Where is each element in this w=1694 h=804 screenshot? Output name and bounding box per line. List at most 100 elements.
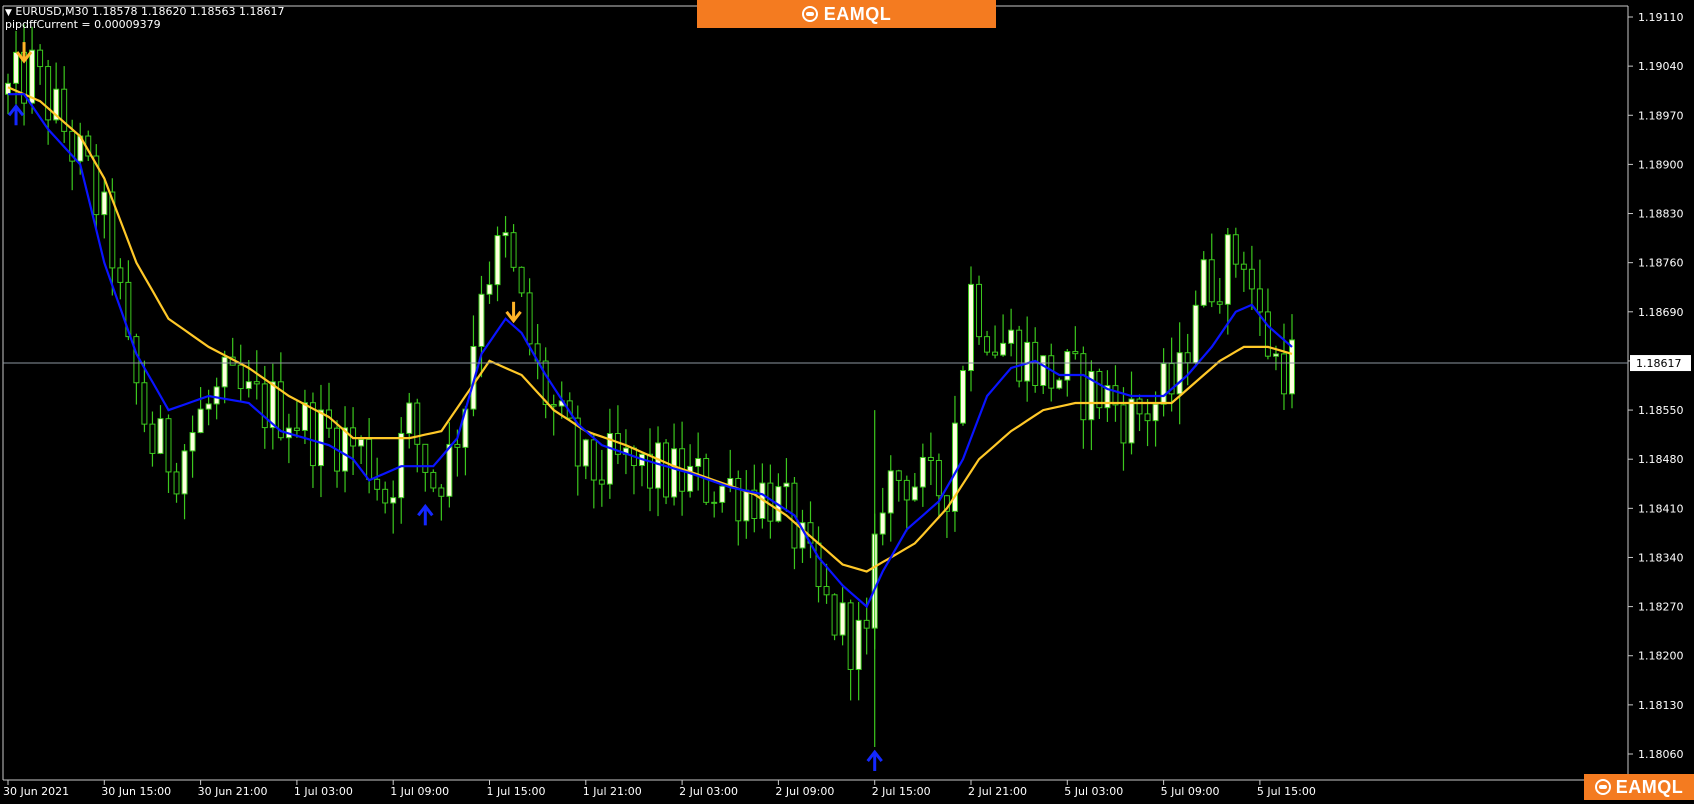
time-tick-label: 5 Jul 03:00 — [1064, 785, 1123, 798]
price-tick-label: 1.19040 — [1638, 60, 1684, 73]
candle-body — [1184, 352, 1191, 364]
candle-body — [927, 456, 934, 461]
candle-body — [141, 382, 148, 425]
price-tick-label: 1.18270 — [1638, 601, 1684, 614]
candle-body — [1152, 403, 1159, 422]
candle-body — [663, 442, 670, 498]
candle-body — [422, 443, 429, 473]
candle-body — [992, 351, 999, 356]
buy-arrow-icon — [7, 103, 25, 126]
collapse-triangle-icon[interactable]: ▼ — [5, 8, 12, 18]
time-tick-label: 5 Jul 15:00 — [1257, 785, 1316, 798]
candle-body — [695, 458, 702, 467]
sell-arrow-icon — [505, 301, 522, 324]
eamql-logo-icon — [801, 6, 818, 22]
sell-arrow-icon — [15, 42, 33, 64]
candle-body — [879, 512, 886, 535]
candle-body — [1056, 379, 1063, 389]
price-tick-label: 1.18340 — [1638, 551, 1684, 564]
candle-body — [309, 402, 316, 467]
candle-body — [518, 266, 525, 294]
candle-body — [29, 49, 36, 104]
fast-ma-line — [8, 93, 1293, 609]
eamql-logo-icon — [1594, 779, 1611, 795]
candle-body — [1080, 353, 1087, 421]
price-tick-label: 1.18130 — [1638, 699, 1684, 712]
candle-body — [831, 594, 838, 636]
current-price-label: 1.18617 — [1636, 357, 1682, 370]
candle-body — [823, 586, 830, 596]
candle-body — [374, 478, 381, 490]
candle-body — [815, 542, 822, 588]
candle-body — [205, 403, 212, 410]
candle-body — [1128, 398, 1135, 444]
candle-body — [1192, 304, 1199, 364]
candle-body — [13, 51, 20, 84]
candle-body — [494, 235, 501, 286]
candle-body — [935, 459, 942, 497]
price-tick-label: 1.18480 — [1638, 453, 1684, 466]
candle-body — [117, 267, 124, 283]
candle-body — [317, 409, 324, 467]
candle-body — [847, 602, 854, 670]
candle-body — [1008, 329, 1015, 344]
candle-body — [197, 408, 204, 434]
time-tick-label: 2 Jul 09:00 — [775, 785, 834, 798]
eamql-banner-text: EAMQL — [823, 3, 892, 24]
candle-body — [968, 283, 974, 372]
candle-body — [550, 404, 557, 407]
price-tick-label: 1.18830 — [1638, 208, 1684, 221]
candle-body — [783, 482, 790, 488]
candle-body — [486, 284, 493, 295]
candle-body — [293, 427, 300, 431]
candle-body — [1040, 355, 1047, 387]
time-tick-label: 1 Jul 21:00 — [583, 785, 642, 798]
candle-body — [911, 486, 918, 501]
symbol-line: EURUSD,M30 1.18578 1.18620 1.18563 1.186… — [15, 5, 285, 18]
candle-body — [743, 489, 750, 522]
candle-body — [1160, 363, 1167, 405]
candle-body — [1144, 413, 1151, 422]
candle-body — [245, 381, 252, 390]
chart-area[interactable]: 1.19110 1.19040 1.18970 1.18900 1.18830 1.187… — [0, 0, 1694, 800]
price-chart[interactable]: 1.19110 1.19040 1.18970 1.18900 1.18830 1.187… — [0, 0, 1694, 800]
candle-body — [1072, 351, 1079, 355]
candle-body — [1208, 259, 1215, 303]
candle-body — [478, 293, 485, 347]
candle-body — [101, 191, 108, 216]
time-tick-label: 2 Jul 21:00 — [968, 785, 1027, 798]
candle-body — [1016, 329, 1023, 382]
candle-body — [711, 501, 718, 504]
candle-body — [133, 336, 140, 384]
price-tick-label: 1.18900 — [1638, 158, 1684, 171]
moving-averages-layer — [7, 86, 1293, 609]
candle-body — [181, 450, 188, 495]
eamql-corner-logo[interactable]: EAMQL — [1584, 774, 1694, 800]
price-tick-label: 1.18550 — [1638, 404, 1684, 417]
time-tick-label: 5 Jul 09:00 — [1161, 785, 1220, 798]
price-tick-label: 1.18760 — [1638, 257, 1684, 270]
candle-body — [735, 477, 742, 522]
time-tick-label: 2 Jul 15:00 — [872, 785, 931, 798]
candle-body — [719, 485, 726, 503]
candle-body — [1256, 288, 1263, 313]
candle-body — [414, 402, 421, 445]
candle-body — [510, 232, 517, 268]
eamql-banner[interactable]: EAMQL — [697, 0, 996, 28]
price-tick-label: 1.18200 — [1638, 650, 1684, 663]
candle-body — [767, 482, 774, 522]
candle-body — [984, 336, 991, 353]
candle-body — [406, 402, 413, 434]
candle-body — [502, 232, 509, 237]
price-tick-label: 1.18690 — [1638, 306, 1684, 319]
candle-body — [446, 443, 453, 497]
candle-body — [173, 471, 180, 495]
candle-body — [1032, 341, 1039, 387]
time-tick-label: 30 Jun 21:00 — [198, 785, 268, 798]
candle-body — [301, 402, 308, 431]
candle-body — [895, 470, 902, 481]
candle-body — [671, 448, 678, 498]
candle-body — [598, 479, 605, 485]
eamql-corner-text: EAMQL — [1615, 776, 1684, 797]
candle-body — [863, 619, 870, 629]
